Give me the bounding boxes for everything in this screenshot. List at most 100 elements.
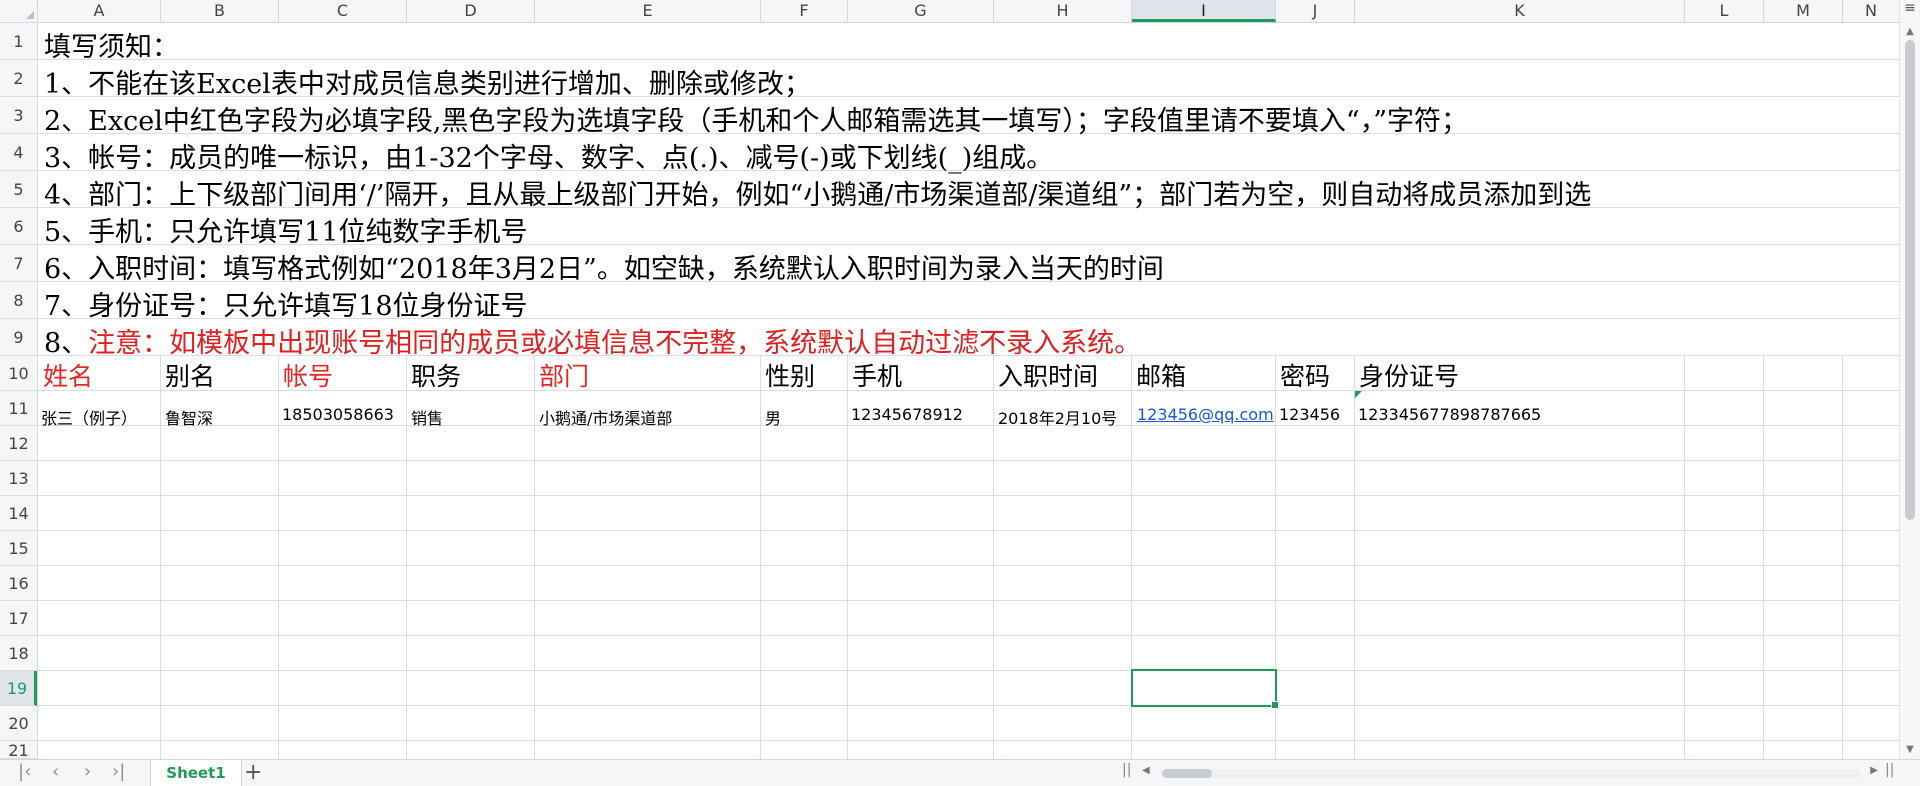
vertical-scroll-thumb[interactable] bbox=[1905, 40, 1915, 520]
comment-indicator[interactable] bbox=[1355, 391, 1362, 398]
column-header-h[interactable]: H bbox=[994, 0, 1132, 22]
column-header-j[interactable]: J bbox=[1276, 0, 1355, 22]
row-header-bar: 1 2 3 4 5 6 7 8 9 10 11 12 13 14 15 16 1… bbox=[0, 23, 38, 760]
column-header-e[interactable]: E bbox=[535, 0, 761, 22]
instruction-line-2: 2、Excel中红色字段为必填字段,黑色字段为选填字段（手机和个人邮箱需选其一填… bbox=[44, 106, 1469, 137]
instruction-line-3: 3、帐号：成员的唯一标识，由1-32个字母、数字、点(.)、减号(-)或下划线(… bbox=[44, 143, 1054, 174]
row-header-12[interactable]: 12 bbox=[0, 426, 37, 461]
horizontal-scrollbar[interactable]: ◀ ▶ bbox=[1140, 765, 1880, 781]
example-department[interactable]: 小鹅通/市场渠道部 bbox=[539, 405, 672, 429]
header-name: 姓名 bbox=[43, 362, 94, 391]
header-alias: 别名 bbox=[165, 362, 216, 391]
example-account[interactable]: 18503058663 bbox=[282, 405, 394, 424]
example-gender[interactable]: 男 bbox=[765, 405, 781, 429]
column-header-l[interactable]: L bbox=[1685, 0, 1764, 22]
instruction-line-8-prefix: 8、 bbox=[44, 328, 89, 359]
row-header-6[interactable]: 6 bbox=[0, 208, 37, 245]
row-header-2[interactable]: 2 bbox=[0, 60, 37, 97]
header-position: 职务 bbox=[411, 362, 462, 391]
column-header-i[interactable]: I bbox=[1132, 0, 1276, 22]
split-handle-icon[interactable]: || bbox=[1122, 762, 1131, 778]
horizontal-scroll-thumb[interactable] bbox=[1162, 769, 1212, 778]
row-header-18[interactable]: 18 bbox=[0, 636, 37, 671]
column-header-b[interactable]: B bbox=[161, 0, 279, 22]
grid-line bbox=[38, 425, 1900, 426]
scroll-down-icon[interactable]: ▼ bbox=[1903, 744, 1917, 755]
last-sheet-icon[interactable]: ›| bbox=[112, 761, 125, 782]
instruction-line-8: 8、注意：如模板中出现账号相同的成员或必填信息不完整，系统默认自动过滤不录入系统… bbox=[44, 321, 1141, 360]
example-alias[interactable]: 鲁智深 bbox=[165, 405, 213, 429]
grid-line bbox=[38, 565, 1900, 566]
scroll-right-icon[interactable]: ▶ bbox=[1870, 765, 1878, 776]
row-header-7[interactable]: 7 bbox=[0, 245, 37, 282]
example-password[interactable]: 123456 bbox=[1279, 405, 1340, 424]
row-header-19[interactable]: 19 bbox=[0, 671, 37, 706]
example-name[interactable]: 张三（例子） bbox=[41, 405, 137, 429]
row-header-11[interactable]: 11 bbox=[0, 391, 37, 426]
add-sheet-icon[interactable]: + bbox=[244, 760, 262, 785]
column-header-f[interactable]: F bbox=[761, 0, 848, 22]
instruction-line-6: 6、入职时间：填写格式例如“2018年3月2日”。如空缺，系统默认入职时间为录入… bbox=[44, 254, 1164, 285]
grid-line bbox=[38, 495, 1900, 496]
instruction-line-1: 1、不能在该Excel表中对成员信息类别进行增加、删除或修改； bbox=[44, 69, 811, 100]
row-header-4[interactable]: 4 bbox=[0, 134, 37, 171]
row-header-17[interactable]: 17 bbox=[0, 601, 37, 636]
sheet-menu-icon[interactable]: ≡ bbox=[1902, 0, 1918, 22]
grid-line bbox=[38, 740, 1900, 741]
grid-line bbox=[38, 635, 1900, 636]
column-header-n[interactable]: N bbox=[1843, 0, 1900, 22]
instruction-line-7: 7、身份证号：只允许填写18位身份证号 bbox=[44, 291, 528, 322]
scroll-up-icon[interactable]: ▲ bbox=[1903, 26, 1917, 37]
column-header-c[interactable]: C bbox=[279, 0, 407, 22]
row-header-13[interactable]: 13 bbox=[0, 461, 37, 496]
vertical-scrollbar[interactable]: ≡ ▲ ▼ bbox=[1899, 0, 1920, 759]
grid-line bbox=[38, 670, 1900, 671]
instruction-line-5: 5、手机：只允许填写11位纯数字手机号 bbox=[44, 217, 528, 248]
row-header-1[interactable]: 1 bbox=[0, 23, 37, 60]
horizontal-scroll-track bbox=[1160, 769, 1860, 778]
row-header-20[interactable]: 20 bbox=[0, 706, 37, 741]
sheet-tab-bar: |‹ ‹ › ›| Sheet1 + || ◀ ▶ || bbox=[0, 759, 1920, 786]
instruction-line-8-warning: 注意：如模板中出现账号相同的成员或必填信息不完整，系统默认自动过滤不录入系统。 bbox=[88, 328, 1142, 359]
example-hire-date[interactable]: 2018年2月10号 bbox=[998, 405, 1117, 429]
selected-cell[interactable] bbox=[1131, 669, 1279, 709]
column-header-g[interactable]: G bbox=[848, 0, 994, 22]
grid-line bbox=[38, 59, 1900, 60]
row-header-10[interactable]: 10 bbox=[0, 356, 37, 391]
split-handle-right-icon[interactable]: || bbox=[1885, 762, 1894, 778]
header-hire-date: 入职时间 bbox=[998, 362, 1099, 391]
example-position[interactable]: 销售 bbox=[411, 405, 443, 429]
row-header-5[interactable]: 5 bbox=[0, 171, 37, 208]
example-phone[interactable]: 12345678912 bbox=[851, 405, 963, 424]
row-header-15[interactable]: 15 bbox=[0, 531, 37, 566]
row-header-16[interactable]: 16 bbox=[0, 566, 37, 601]
row-header-3[interactable]: 3 bbox=[0, 97, 37, 134]
grid-line bbox=[38, 705, 1900, 706]
row-header-8[interactable]: 8 bbox=[0, 282, 37, 319]
column-header-k[interactable]: K bbox=[1355, 0, 1685, 22]
column-header-d[interactable]: D bbox=[407, 0, 535, 22]
example-email-link[interactable]: 123456@qq.com bbox=[1137, 405, 1274, 424]
grid-line bbox=[38, 460, 1900, 461]
row-header-14[interactable]: 14 bbox=[0, 496, 37, 531]
header-account: 帐号 bbox=[283, 362, 334, 391]
grid-line bbox=[38, 530, 1900, 531]
example-id-number[interactable]: 123345677898787665 bbox=[1358, 405, 1541, 424]
instruction-line-4: 4、部门：上下级部门间用‘/’隔开，且从最上级部门开始，例如“小鹅通/市场渠道部… bbox=[44, 180, 1592, 211]
column-header-a[interactable]: A bbox=[38, 0, 161, 22]
header-email: 邮箱 bbox=[1136, 362, 1187, 391]
sheet-tab-sheet1[interactable]: Sheet1 bbox=[150, 760, 242, 786]
cell-grid[interactable]: 填写须知： 1、不能在该Excel表中对成员信息类别进行增加、删除或修改； 2、… bbox=[38, 23, 1900, 759]
prev-sheet-icon[interactable]: ‹ bbox=[52, 761, 59, 782]
next-sheet-icon[interactable]: › bbox=[84, 761, 91, 782]
scroll-left-icon[interactable]: ◀ bbox=[1142, 765, 1150, 776]
header-department: 部门 bbox=[539, 362, 590, 391]
select-all-corner[interactable] bbox=[0, 0, 38, 22]
column-header-bar: A B C D E F G H I J K L M N bbox=[0, 0, 1920, 23]
first-sheet-icon[interactable]: |‹ bbox=[18, 761, 31, 782]
instructions-title: 填写须知： bbox=[44, 32, 179, 63]
row-header-21[interactable]: 21 bbox=[0, 741, 37, 760]
column-header-m[interactable]: M bbox=[1764, 0, 1843, 22]
row-header-9[interactable]: 9 bbox=[0, 319, 37, 356]
header-phone: 手机 bbox=[852, 362, 903, 391]
